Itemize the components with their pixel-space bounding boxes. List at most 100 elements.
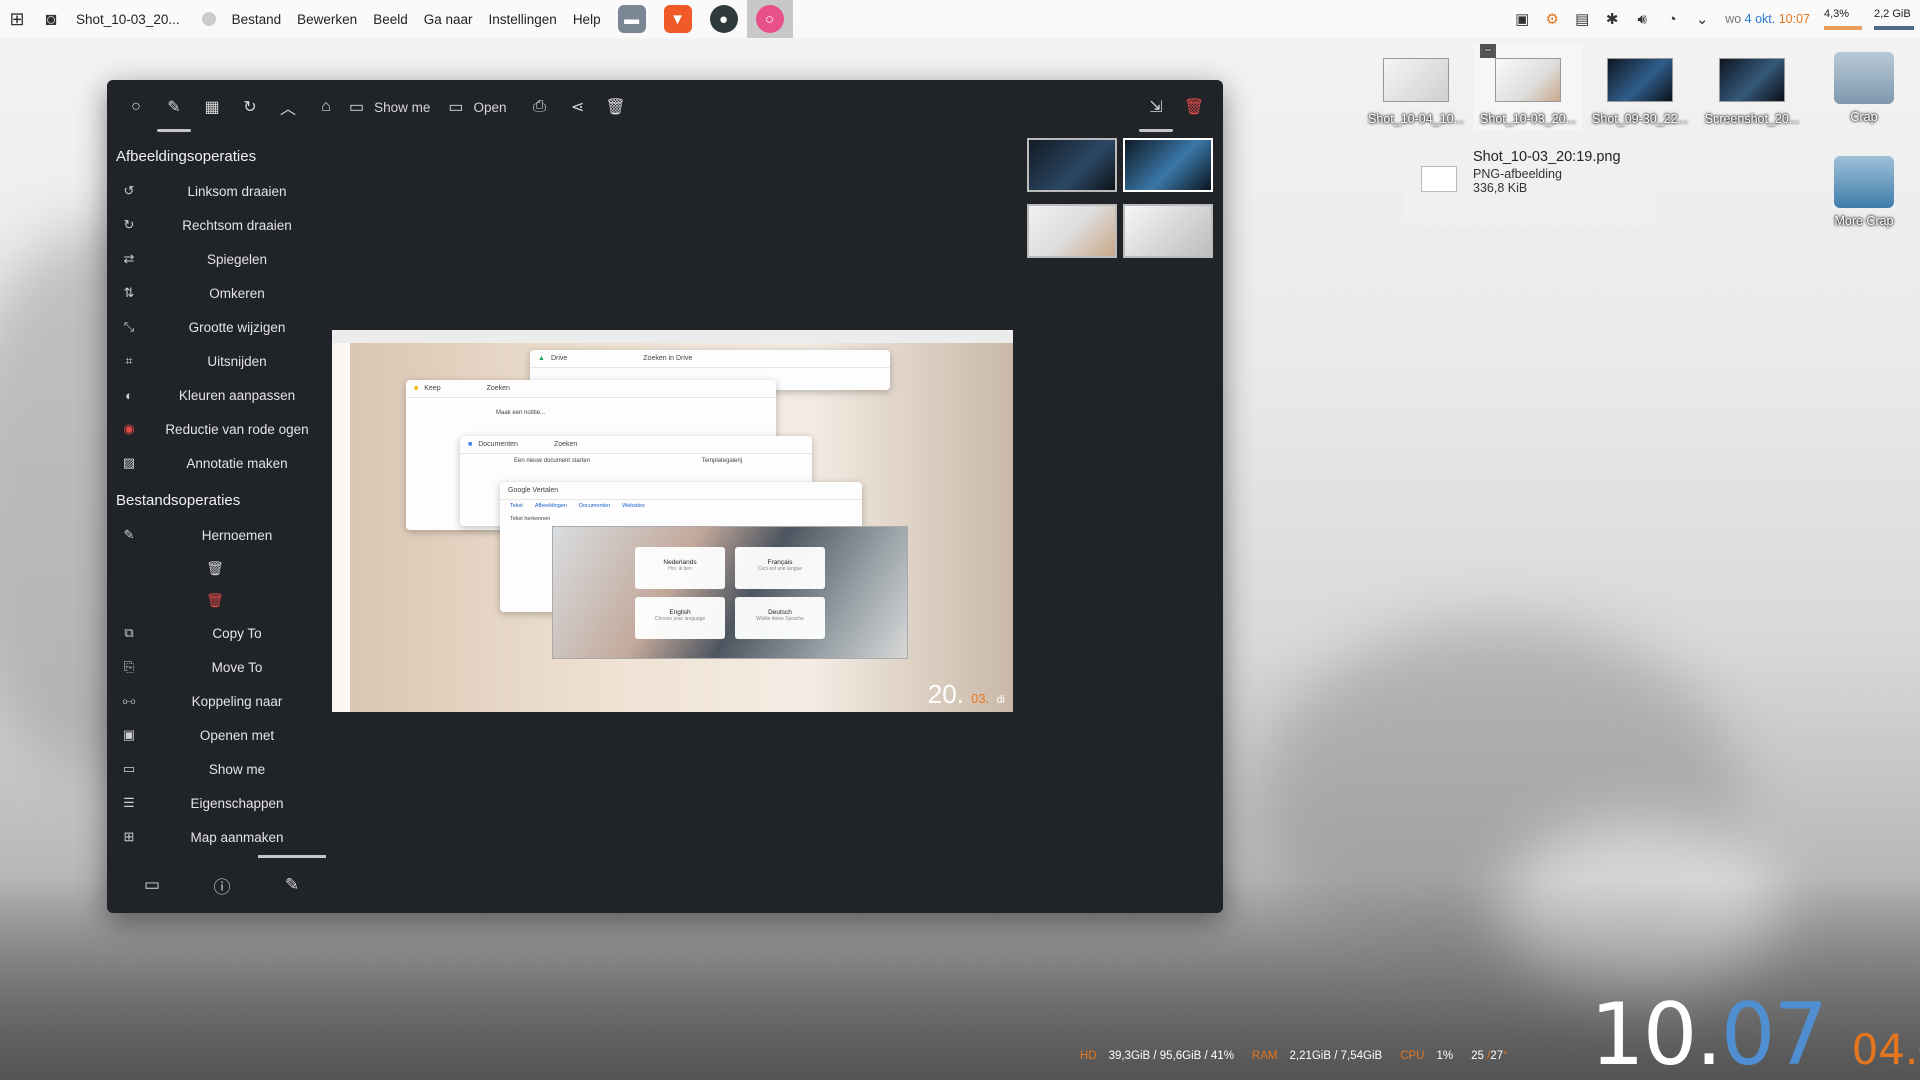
updates-icon[interactable]: ⚙ [1537, 10, 1567, 28]
share-button[interactable]: ⋖ [559, 88, 597, 126]
op-rotate-right[interactable]: ↻ Rechtsom draaien [107, 208, 337, 242]
tab-folders[interactable]: ▭ [132, 875, 172, 895]
operations-sidebar: Afbeeldingsoperaties ↺ Linksom draaien ↻ R… [107, 140, 337, 854]
cpu-label: CPU [1400, 1050, 1425, 1062]
translate-title: Google Vertalen [508, 487, 559, 494]
copy-to-icon: ⧉ [124, 625, 134, 640]
tab-info[interactable]: ⓘ [202, 873, 242, 898]
translate-tab: Documenten [578, 503, 611, 509]
taskbar-app[interactable]: ● [701, 0, 747, 38]
taskbar-files[interactable]: ▬ [609, 0, 655, 38]
op-mirror[interactable]: ⇄ Spiegelen [107, 242, 337, 276]
op-rotate-left[interactable]: ↺ Linksom draaien [107, 174, 337, 208]
network-icon[interactable]: ◔ [1657, 11, 1687, 28]
folder-icon [1834, 52, 1894, 104]
desktop-clock: 10.07 04.wo [1590, 985, 1920, 1080]
export-button[interactable]: ⇲ [1137, 88, 1175, 132]
rename-icon: ✎ [123, 527, 135, 542]
volume-icon[interactable]: 🔊︎ [1627, 11, 1657, 28]
op-open-with[interactable]: ▣ Openen met [107, 718, 337, 752]
menu-view[interactable]: Beeld [365, 12, 416, 27]
show-me-label: Show me [374, 99, 431, 115]
print-button[interactable]: ⎙ [521, 88, 559, 126]
chevron-down-icon[interactable]: ⌄ [1687, 10, 1717, 28]
desktop-icon[interactable]: Shot_10-04_10... [1362, 58, 1470, 126]
op-colors[interactable]: ◐ Kleuren aanpassen [107, 378, 337, 412]
clipboard-icon[interactable]: ▤ [1567, 10, 1597, 28]
desktop-icon-label: Screenshot_20... [1704, 112, 1800, 126]
op-properties[interactable]: ☰ Eigenschappen [107, 786, 337, 820]
op-label: Openen met [199, 727, 275, 743]
desktop-icon[interactable]: Shot_09-30_22... [1586, 58, 1694, 126]
delete-button[interactable]: 🗑︎ [597, 88, 635, 126]
taskbar-brave[interactable]: ▼ [655, 0, 701, 38]
edit-button[interactable]: ✎ [155, 88, 193, 132]
desktop-icon[interactable]: More Crap [1810, 156, 1918, 228]
save-button[interactable]: ▦ [193, 88, 231, 126]
op-rename[interactable]: ✎ Hernoemen [107, 518, 337, 552]
show-me-button[interactable]: ▭ Show me [345, 88, 444, 126]
op-link-to[interactable]: ⧟ Koppeling naar [107, 684, 337, 718]
preview-clock-hour: 20. [927, 679, 964, 709]
translate-tab: Tekst [510, 503, 523, 509]
op-annotate[interactable]: ▨ Annotatie maken [107, 446, 337, 480]
taskbar-image-viewer[interactable]: ○ [746, 0, 793, 38]
op-trash[interactable]: 🗑︎ [107, 552, 337, 584]
image-preview[interactable]: ▲ Drive Zoeken in Drive ■ Keep Zoeken Maak e… [332, 330, 1013, 712]
bluetooth-icon[interactable]: ✱ [1597, 10, 1627, 28]
remove-button[interactable]: 🗑︎ [1175, 88, 1213, 126]
desktop-icon[interactable]: Shot_10-03_20... − [1474, 44, 1582, 130]
tile-title: Deutsch [768, 609, 792, 616]
op-copy-to[interactable]: ⧉ Copy To [107, 616, 337, 650]
op-delete[interactable]: 🗑︎ [107, 584, 337, 616]
op-flip[interactable]: ⇅ Omkeren [107, 276, 337, 310]
cpu-monitor[interactable]: 4,3% [1818, 0, 1868, 38]
desktop-icon[interactable]: Crap [1810, 52, 1918, 124]
menu-file[interactable]: Bestand [224, 12, 290, 27]
thumbnail[interactable] [1123, 204, 1213, 258]
op-red-eye[interactable]: ◉ Reductie van rode ogen [107, 412, 337, 446]
menu-edit[interactable]: Bewerken [289, 12, 365, 27]
menu-settings[interactable]: Instellingen [481, 12, 565, 27]
window-menu-icon[interactable]: ⊞ [0, 0, 34, 38]
tile-title: Français [767, 559, 793, 566]
op-crop[interactable]: ⌗ Uitsnijden [107, 344, 337, 378]
home-button[interactable]: ⌂ [307, 88, 345, 126]
annotate-icon: ▨ [122, 455, 136, 470]
screenshot-icon[interactable]: ◙ [34, 0, 68, 38]
tile-title: Nederlands [663, 559, 697, 566]
op-label: Show me [208, 761, 266, 777]
image-viewer-window: ○ ✎ ▦ ↻ ︿ ⌂ ▭ Show me ▭ Open ⎙ ⋖ 🗑︎ ⇲ 🗑︎… [107, 80, 1223, 913]
cpu-status: CPU 1% [1400, 1050, 1453, 1062]
minus-icon[interactable]: − [1480, 44, 1496, 58]
op-new-folder[interactable]: ⊞ Map aanmaken [107, 820, 337, 854]
language-tile: Nederlands Hoi, ik ben [635, 547, 725, 589]
keep-header: ■ Keep Zoeken [406, 380, 776, 398]
collapse-button[interactable]: ︿ [269, 88, 307, 126]
memory-monitor[interactable]: 2,2 GiB [1868, 0, 1920, 38]
thumbnail[interactable] [1123, 138, 1213, 192]
op-show-me[interactable]: ▭ Show me [107, 752, 337, 786]
menu-go[interactable]: Ga naar [416, 12, 481, 27]
panel-clock[interactable]: wo 4 okt. 10:07 [1717, 12, 1818, 26]
rotate-right-icon: ↻ [123, 217, 135, 232]
tab-operations[interactable]: ✎ [258, 855, 326, 895]
op-move-to[interactable]: ⎘ Move To [107, 650, 337, 684]
op-resize[interactable]: ⤡ Grootte wijzigen [107, 310, 337, 344]
menu-help[interactable]: Help [565, 12, 609, 27]
thumbnail[interactable] [1027, 138, 1117, 192]
chat-icon[interactable]: ▣ [1507, 10, 1537, 28]
keep-note: Maak een notitie... [496, 410, 546, 416]
hd-value: 39,3GiB / 95,6GiB / 41% [1108, 1050, 1234, 1062]
rotate-left-icon: ↺ [123, 183, 135, 198]
preview-sidebar [332, 343, 350, 712]
open-button[interactable]: ▭ Open [444, 88, 520, 126]
reload-button[interactable]: ↻ [231, 88, 269, 126]
drive-logo-icon: ▲ [538, 355, 545, 362]
mirror-icon: ⇄ [123, 251, 135, 266]
desktop-icon[interactable]: Screenshot_20... [1698, 58, 1806, 126]
folder-icon: ▭ [349, 99, 365, 116]
circle-button[interactable]: ○ [117, 88, 155, 126]
thumbnail[interactable] [1027, 204, 1117, 258]
op-label: Copy To [212, 625, 262, 641]
